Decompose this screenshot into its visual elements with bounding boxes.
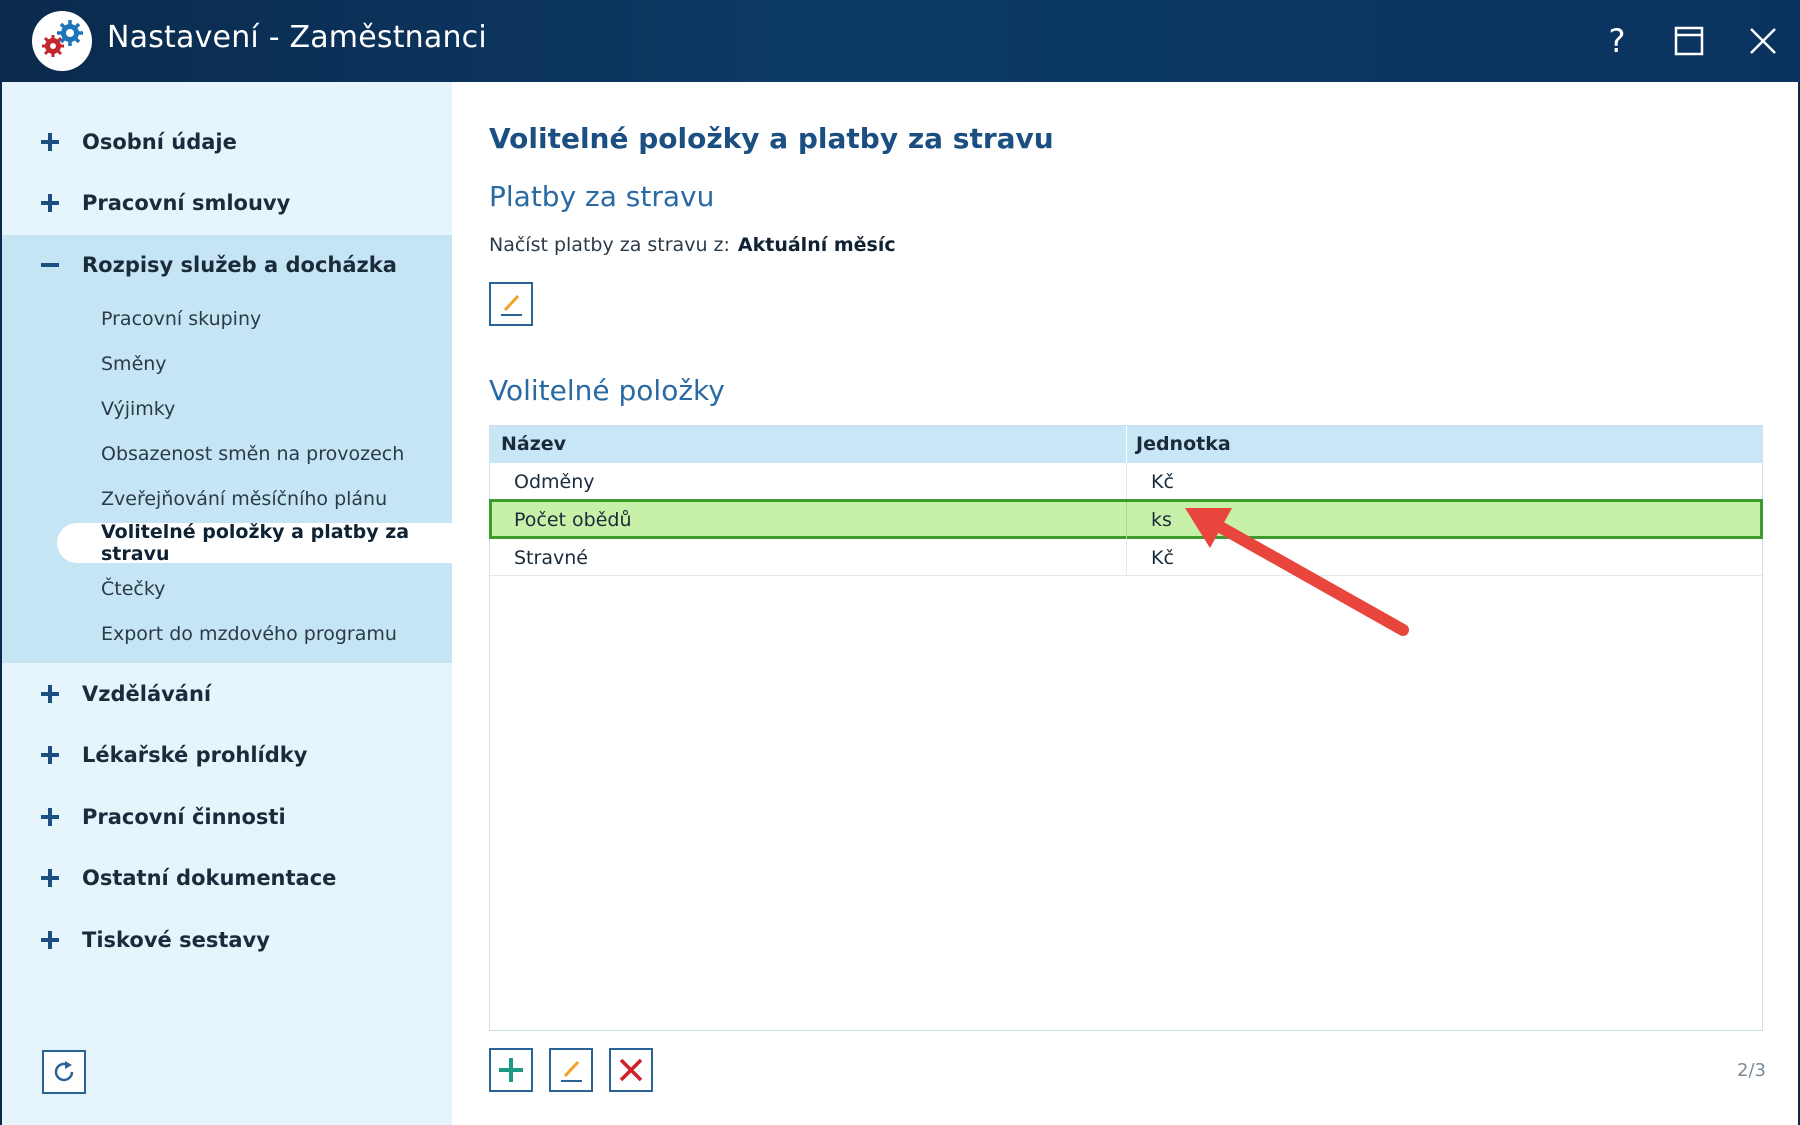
close-icon[interactable] bbox=[1738, 16, 1788, 66]
column-divider bbox=[1126, 426, 1127, 463]
help-button-label: ? bbox=[1608, 22, 1626, 60]
sidebar-item-pracovni-cinnosti[interactable]: Pracovní činnosti bbox=[2, 787, 454, 847]
subitem-label: Čtečky bbox=[101, 578, 166, 600]
subitem-label: Obsazenost směn na provozech bbox=[101, 443, 405, 465]
plus-icon bbox=[41, 746, 59, 764]
subitem-volitelne-polozky[interactable]: Volitelné položky a platby za stravu bbox=[57, 521, 454, 565]
edit-meal-payments-button[interactable] bbox=[489, 282, 533, 326]
cell-name: Stravné bbox=[514, 547, 588, 569]
cell-unit: Kč bbox=[1151, 547, 1174, 569]
refresh-button[interactable] bbox=[42, 1050, 86, 1094]
delete-item-button[interactable] bbox=[609, 1048, 653, 1092]
plus-icon bbox=[41, 808, 59, 826]
minus-icon bbox=[41, 263, 59, 267]
delete-icon bbox=[619, 1058, 643, 1082]
refresh-icon bbox=[54, 1061, 74, 1082]
add-icon bbox=[499, 1058, 523, 1082]
load-payments-row: Načíst platby za stravu z: Aktuální měsíc bbox=[489, 234, 896, 256]
maximize-icon[interactable] bbox=[1664, 16, 1714, 66]
subitem-label: Pracovní skupiny bbox=[101, 308, 262, 330]
sidebar-item-lekarske-prohlidky[interactable]: Lékařské prohlídky bbox=[2, 725, 454, 785]
gears-icon bbox=[32, 11, 92, 71]
subitem-vyjimky[interactable]: Výjimky bbox=[2, 389, 454, 429]
subitem-label: Volitelné položky a platby za stravu bbox=[101, 521, 410, 565]
subitem-label: Směny bbox=[101, 353, 167, 375]
optional-items-heading: Volitelné položky bbox=[489, 374, 725, 407]
optional-items-table: Název Jednotka Odměny Kč Počet obědů ks … bbox=[489, 425, 1763, 1031]
window-title: Nastavení - Zaměstnanci bbox=[107, 20, 487, 55]
subitem-smeny[interactable]: Směny bbox=[2, 344, 454, 384]
table-header: Název Jednotka bbox=[490, 426, 1762, 463]
cell-name: Počet obědů bbox=[514, 509, 632, 531]
main-panel: Volitelné položky a platby za stravu Pla… bbox=[452, 82, 1800, 1125]
pencil-icon bbox=[561, 1060, 582, 1082]
subitem-ctecky[interactable]: Čtečky bbox=[2, 569, 454, 609]
edit-item-button[interactable] bbox=[549, 1048, 593, 1092]
sidebar-item-label: Pracovní činnosti bbox=[82, 805, 286, 829]
cell-unit: Kč bbox=[1151, 471, 1174, 493]
subitem-zverejnovani[interactable]: Zveřejňování měsíčního plánu bbox=[2, 479, 454, 519]
cell-name: Odměny bbox=[514, 471, 595, 493]
help-icon[interactable]: ? bbox=[1592, 16, 1642, 66]
sidebar-item-label: Tiskové sestavy bbox=[82, 928, 270, 952]
load-payments-value: Aktuální měsíc bbox=[737, 234, 896, 256]
record-counter: 2/3 bbox=[1737, 1060, 1766, 1081]
sidebar-item-vzdelavani[interactable]: Vzdělávání bbox=[2, 664, 454, 724]
sidebar-item-pracovni-smlouvy[interactable]: Pracovní smlouvy bbox=[2, 173, 454, 233]
sidebar-item-label: Lékařské prohlídky bbox=[82, 743, 308, 767]
cell-divider bbox=[1126, 463, 1127, 500]
sidebar-item-osobni-udaje[interactable]: Osobní údaje bbox=[2, 112, 454, 172]
cell-unit: ks bbox=[1151, 509, 1172, 531]
sidebar-item-rozpisy-sluzeb[interactable]: Rozpisy služeb a docházka bbox=[2, 235, 454, 295]
pencil-icon bbox=[501, 294, 522, 316]
plus-icon bbox=[41, 194, 59, 212]
subitem-pracovni-skupiny[interactable]: Pracovní skupiny bbox=[2, 299, 454, 339]
table-row[interactable]: Odměny Kč bbox=[490, 463, 1762, 500]
subitem-export[interactable]: Export do mzdového programu bbox=[2, 614, 454, 654]
plus-icon bbox=[41, 869, 59, 887]
title-bar: Nastavení - Zaměstnanci ? bbox=[0, 0, 1800, 82]
sidebar-item-label: Pracovní smlouvy bbox=[82, 191, 291, 215]
page-title: Volitelné položky a platby za stravu bbox=[489, 122, 1054, 155]
meal-payments-heading: Platby za stravu bbox=[489, 180, 715, 213]
sidebar-item-ostatni-dokumentace[interactable]: Ostatní dokumentace bbox=[2, 848, 454, 908]
cell-divider bbox=[1126, 539, 1127, 576]
sidebar-item-label: Vzdělávání bbox=[82, 682, 212, 706]
plus-icon bbox=[41, 133, 59, 151]
sidebar-item-label: Osobní údaje bbox=[82, 130, 237, 154]
cell-divider bbox=[1126, 502, 1127, 539]
sidebar-item-tiskove-sestavy[interactable]: Tiskové sestavy bbox=[2, 910, 454, 970]
add-item-button[interactable] bbox=[489, 1048, 533, 1092]
sidebar: Osobní údaje Pracovní smlouvy Rozpisy sl… bbox=[0, 82, 454, 1125]
subitem-label: Výjimky bbox=[101, 398, 176, 420]
sidebar-item-label: Rozpisy služeb a docházka bbox=[82, 253, 397, 277]
column-header-jednotka[interactable]: Jednotka bbox=[1136, 433, 1231, 455]
subitem-label: Zveřejňování měsíčního plánu bbox=[101, 488, 388, 510]
plus-icon bbox=[41, 931, 59, 949]
column-header-nazev[interactable]: Název bbox=[501, 433, 566, 455]
table-row-selected[interactable]: Počet obědů ks bbox=[489, 499, 1763, 539]
table-row[interactable]: Stravné Kč bbox=[490, 539, 1762, 576]
load-payments-label: Načíst platby za stravu z: bbox=[489, 234, 730, 256]
sidebar-item-label: Ostatní dokumentace bbox=[82, 866, 337, 890]
subitem-obsazenost-smen[interactable]: Obsazenost směn na provozech bbox=[2, 434, 454, 474]
plus-icon bbox=[41, 685, 59, 703]
subitem-label: Export do mzdového programu bbox=[101, 623, 397, 645]
